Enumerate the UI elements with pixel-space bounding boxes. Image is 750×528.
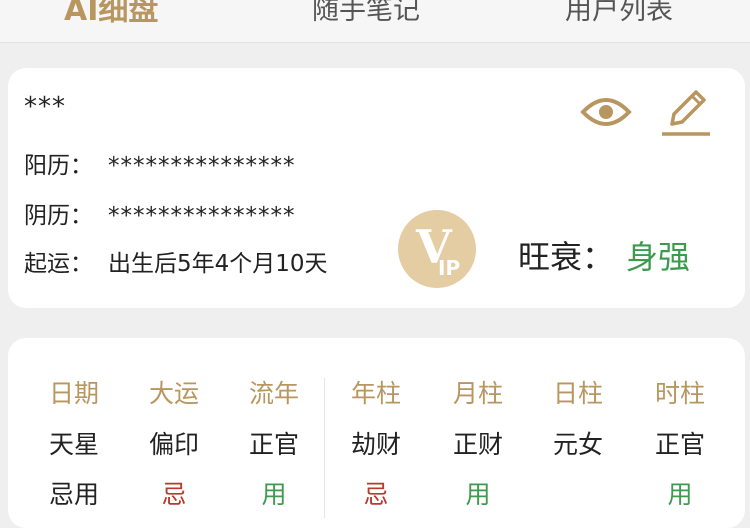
table-cell: 天星 [48, 430, 99, 459]
lunar-label: 阴历： [24, 203, 93, 229]
table-column-date: 日期 天星 忌用 [34, 368, 114, 520]
table-cell [538, 470, 618, 520]
edit-button[interactable] [658, 86, 714, 138]
table-cell: 忌 [161, 480, 187, 509]
solar-value: *************** [108, 153, 296, 179]
eye-icon [580, 98, 632, 126]
table-cell: 用 [261, 480, 287, 509]
column-header: 日期 [48, 379, 99, 408]
table-cell: 偏印 [148, 430, 199, 459]
column-header: 日柱 [552, 379, 603, 408]
strength-label: 旺衰： [518, 238, 615, 276]
tab-notes[interactable]: 随手笔记 [312, 0, 420, 34]
table-cell: 正官 [654, 430, 705, 459]
solar-label: 阳历： [24, 153, 93, 179]
profile-card: *** 阳历： *************** 阴历： **************… [8, 68, 745, 308]
column-divider [324, 378, 325, 518]
table-column-day-pillar: 日柱 元女 [538, 368, 618, 520]
solar-date-row: 阳历： *************** [24, 146, 296, 180]
column-header: 年柱 [350, 379, 401, 408]
strength-value: 身强 [626, 238, 691, 276]
table-cell: 正财 [452, 430, 503, 459]
tab-user-list[interactable]: 用户列表 [565, 0, 673, 34]
view-button[interactable] [580, 92, 632, 132]
table-column-hour-pillar: 时柱 正官 用 [640, 368, 720, 520]
lunar-date-row: 阴历： *************** [24, 196, 296, 230]
table-cell: 忌用 [48, 480, 99, 509]
table-column-dayun[interactable]: 大运 偏印 忌 [134, 368, 214, 520]
top-tab-bar: AI细盘 随手笔记 用户列表 [0, 0, 750, 43]
table-cell: 用 [667, 480, 693, 509]
table-column-liunian[interactable]: 流年 正官 用 [234, 368, 314, 520]
vip-letters-small: IP [438, 256, 461, 280]
table-cell: 忌 [363, 480, 389, 509]
column-header: 月柱 [452, 379, 503, 408]
tab-ai-detail[interactable]: AI细盘 [64, 0, 158, 34]
lunar-value: *************** [108, 203, 296, 229]
luck-start-value: 出生后5年4个月10天 [108, 251, 328, 277]
column-header: 时柱 [654, 379, 705, 408]
column-header: 大运 [148, 379, 199, 408]
table-cell: 用 [465, 480, 491, 509]
pencil-icon [662, 90, 710, 136]
luck-start-label: 起运： [24, 251, 93, 277]
table-cell: 正官 [248, 430, 299, 459]
luck-start-row: 起运： 出生后5年4个月10天 [24, 244, 328, 278]
table-column-year-pillar: 年柱 劫财 忌 [336, 368, 416, 520]
strength-row: 旺衰： 身强 [518, 232, 690, 278]
table-column-month-pillar: 月柱 正财 用 [438, 368, 518, 520]
profile-name: *** [24, 92, 66, 122]
table-cell: 劫财 [350, 430, 401, 459]
table-cell: 元女 [552, 430, 603, 459]
vip-badge: V IP [398, 210, 476, 288]
column-header: 流年 [248, 379, 299, 408]
